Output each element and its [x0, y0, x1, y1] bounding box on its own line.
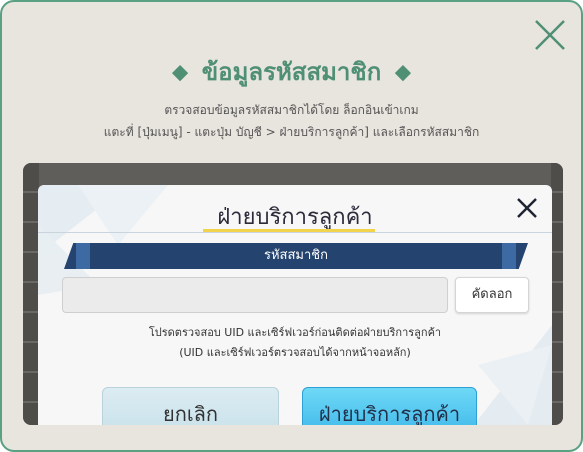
uid-field	[62, 277, 448, 313]
panel-close-icon[interactable]	[516, 197, 538, 219]
close-icon[interactable]	[534, 19, 566, 51]
game-screenshot: ฝ่ายบริการลูกค้า รหัสสมาชิก คัดลอก โปรดต…	[23, 163, 563, 425]
copy-button[interactable]: คัดลอก	[455, 277, 529, 313]
dialog-title: ข้อมูลรหัสสมาชิก	[201, 58, 382, 86]
member-id-banner: รหัสสมาชิก	[64, 243, 528, 269]
customer-service-button[interactable]: ฝ่ายบริการลูกค้า	[302, 387, 477, 425]
note-line1: โปรดตรวจสอบ UID และเซิร์ฟเวอร์ก่อนติดต่อ…	[148, 326, 442, 339]
dialog-description-line2: แตะที่ [ปุ่มเมนู] - แตะปุ่ม บัญชี > ฝ่าย…	[103, 125, 480, 139]
dialog-title-row: ⬥ ข้อมูลรหัสสมาชิก ⬥	[2, 52, 581, 91]
dialog-description-line1: ตรวจสอบข้อมูลรหัสสมาชิกได้โดย ล็อกอินเข้…	[164, 103, 419, 117]
customer-service-panel: ฝ่ายบริการลูกค้า รหัสสมาชิก คัดลอก โปรดต…	[38, 185, 552, 425]
banner-stripe	[76, 243, 90, 269]
screenshot-left-edge	[23, 163, 39, 425]
member-id-dialog: ⬥ ข้อมูลรหัสสมาชิก ⬥ ตรวจสอบข้อมูลรหัสสมาช…	[0, 0, 583, 452]
diamond-icon: ⬥	[172, 60, 188, 85]
cancel-button[interactable]: ยกเลิก	[102, 387, 279, 425]
note-line2: (UID และเซิร์ฟเวอร์ตรวจสอบได้จากหน้าจอหล…	[179, 346, 411, 359]
panel-divider	[38, 232, 552, 233]
screenshot-right-edge	[551, 163, 563, 425]
banner-label: รหัสสมาชิก	[264, 248, 328, 263]
banner-stripe	[502, 243, 516, 269]
diamond-icon: ⬥	[395, 60, 411, 85]
